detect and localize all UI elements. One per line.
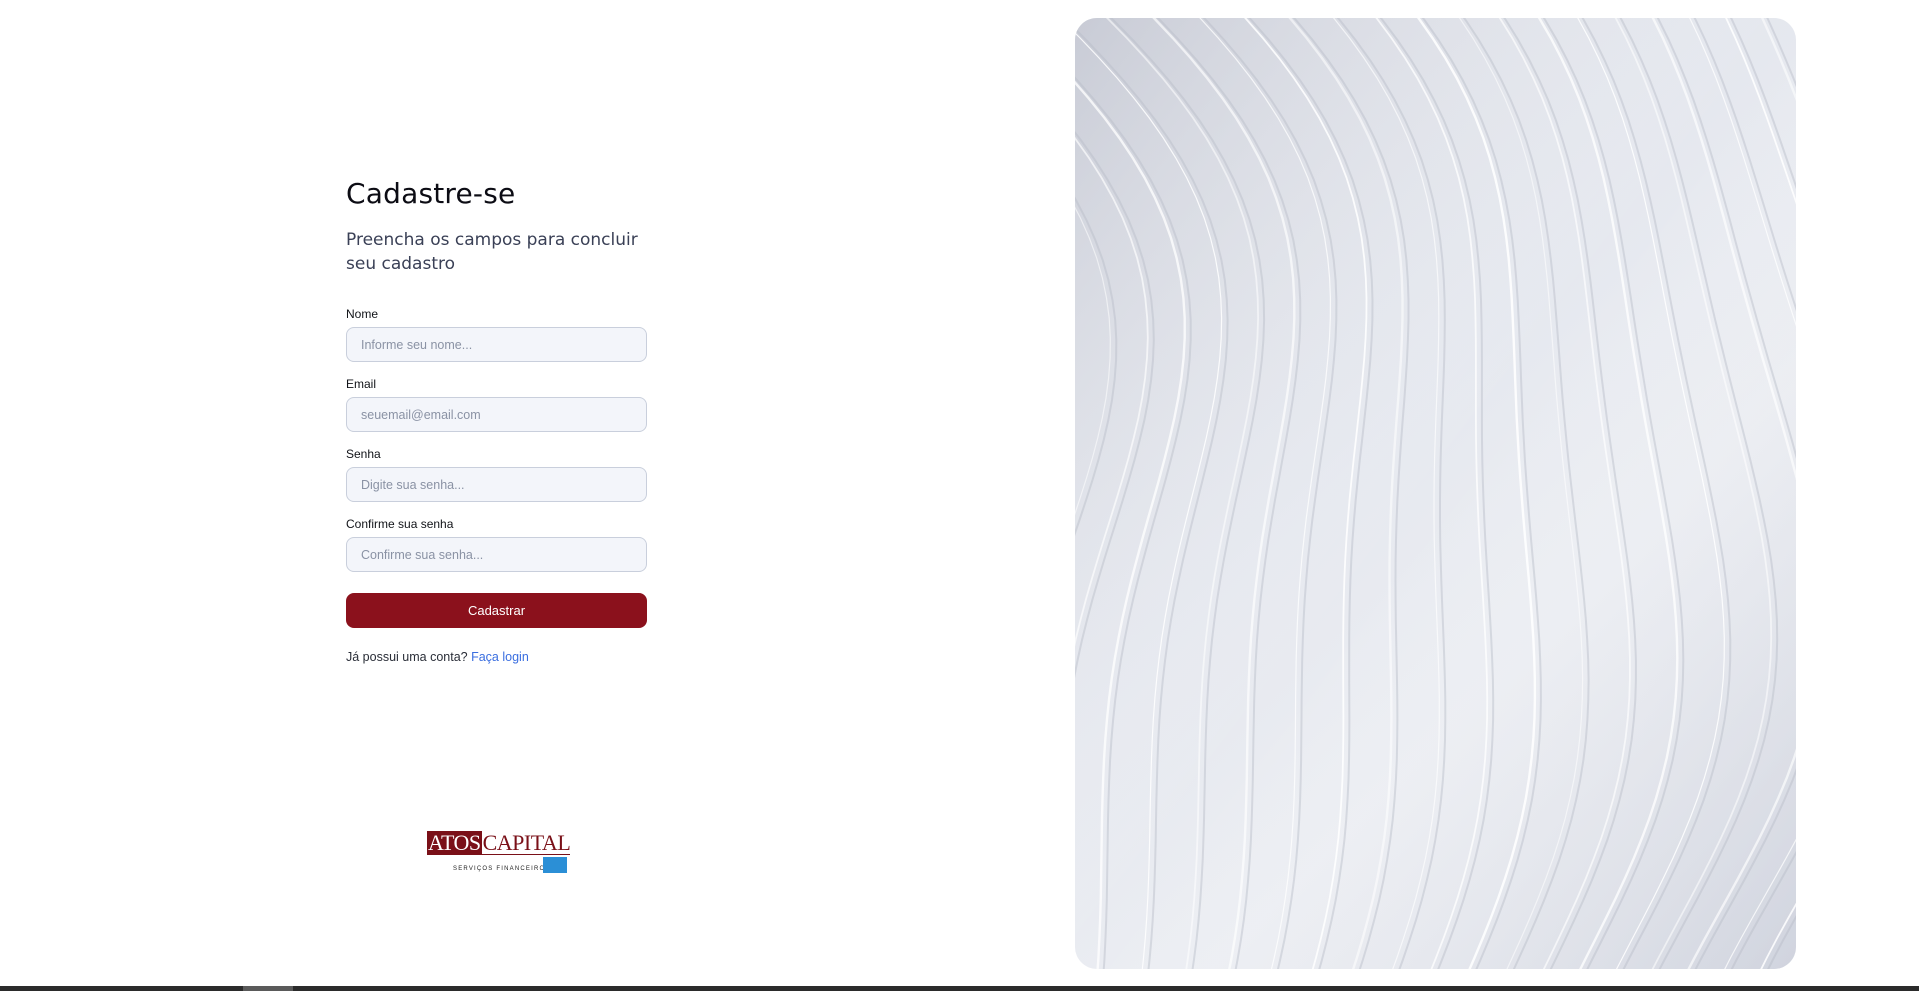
abstract-wave-lines-icon — [1075, 18, 1796, 969]
confirm-password-field-group: Confirme sua senha — [346, 517, 647, 572]
login-link[interactable]: Faça login — [471, 650, 529, 664]
name-field-group: Nome — [346, 307, 647, 362]
scrollbar-thumb[interactable] — [243, 986, 293, 991]
password-input[interactable] — [346, 467, 647, 502]
login-prompt: Já possui uma conta? Faça login — [346, 650, 647, 664]
register-button[interactable]: Cadastrar — [346, 593, 647, 628]
password-field-group: Senha — [346, 447, 647, 502]
email-field-group: Email — [346, 377, 647, 432]
confirm-password-label: Confirme sua senha — [346, 517, 454, 531]
name-label: Nome — [346, 307, 379, 321]
email-input[interactable] — [346, 397, 647, 432]
logo-wordmark: ATOS CAPITAL — [427, 830, 571, 855]
signup-form: Cadastre-se Preencha os campos para conc… — [346, 174, 647, 664]
page-subtitle: Preencha os campos para concluir seu cad… — [346, 230, 638, 274]
logo-tagline: SERVIÇOS FINANCEIROS — [453, 866, 551, 872]
logo-word-light: CAPITAL — [481, 830, 571, 855]
signup-page: Cadastre-se Preencha os campos para conc… — [0, 0, 1919, 991]
login-prompt-text: Já possui uma conta? — [346, 650, 468, 664]
hero-image — [1075, 18, 1796, 969]
confirm-password-input[interactable] — [346, 537, 647, 572]
name-input[interactable] — [346, 327, 647, 362]
password-label: Senha — [346, 447, 381, 461]
horizontal-scrollbar[interactable] — [0, 986, 1919, 991]
logo-badge-icon — [543, 857, 567, 873]
email-label: Email — [346, 377, 377, 391]
company-logo: ATOS CAPITAL SERVIÇOS FINANCEIROS — [427, 830, 571, 873]
page-title: Cadastre-se — [346, 177, 516, 210]
logo-word-dark: ATOS — [427, 830, 482, 855]
